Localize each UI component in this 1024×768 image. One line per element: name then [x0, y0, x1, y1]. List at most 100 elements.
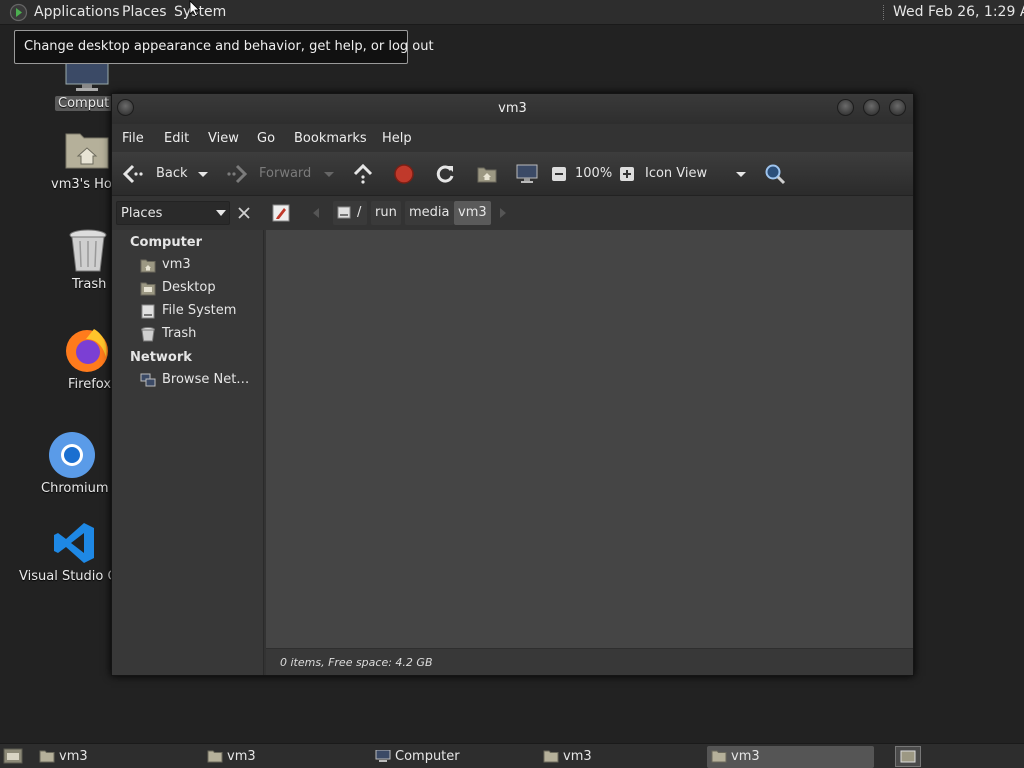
taskbar-item[interactable]: vm3 [203, 746, 365, 768]
file-view[interactable] [266, 230, 913, 648]
minimize-button[interactable] [837, 99, 854, 116]
zoom-in-icon[interactable] [619, 163, 635, 185]
window-titlebar[interactable]: vm3 [112, 94, 913, 124]
bottom-panel: vm3 vm3 Computer vm3 vm3 [0, 743, 1024, 768]
menu-view[interactable]: View [208, 131, 239, 146]
taskbar-item-label: Computer [395, 749, 460, 764]
forward-history-dropdown-icon[interactable] [322, 163, 336, 185]
back-button[interactable]: Back [156, 166, 188, 181]
places-menu[interactable]: Places [122, 4, 167, 20]
taskbar-item[interactable]: vm3 [539, 746, 701, 768]
sidebar-item-label: Trash [162, 326, 197, 341]
sidebar-item-vm3[interactable]: vm3 [140, 256, 262, 276]
panel-separator [883, 5, 885, 20]
computer-icon[interactable] [64, 62, 112, 92]
desktop-icon-label[interactable]: Chromium [41, 481, 109, 496]
menu-edit[interactable]: Edit [164, 131, 189, 146]
chevron-down-icon [216, 210, 226, 216]
zoom-out-icon[interactable] [551, 163, 567, 185]
drive-icon [141, 304, 155, 319]
menu-go[interactable]: Go [257, 131, 275, 146]
view-mode-select[interactable]: Icon View [645, 166, 707, 181]
crumb-media[interactable]: media [405, 201, 454, 225]
menu-file[interactable]: File [122, 131, 144, 146]
location-bar: Places / run media vm3 [112, 196, 913, 230]
taskbar-item-active[interactable]: vm3 [707, 746, 874, 768]
zoom-level[interactable]: 100% [575, 166, 612, 181]
gnome-foot-icon[interactable] [9, 3, 28, 22]
trash-icon [141, 327, 155, 342]
chevron-down-icon[interactable] [734, 163, 748, 185]
crumb-vm3[interactable]: vm3 [454, 201, 491, 225]
status-text: 0 items, Free space: 4.2 GB [280, 656, 433, 669]
sidebar-item-file-system[interactable]: File System [140, 302, 262, 322]
folder-icon [711, 750, 727, 763]
home-icon[interactable] [476, 163, 498, 185]
sidebar-type-select[interactable]: Places [116, 201, 230, 225]
applications-menu[interactable]: Applications [34, 4, 120, 20]
back-arrow-icon[interactable] [122, 163, 144, 185]
drive-icon [337, 206, 351, 219]
sidebar-item-label: Desktop [162, 280, 216, 295]
crumb-root[interactable]: / [333, 201, 367, 225]
search-icon[interactable] [764, 163, 786, 185]
menu-bookmarks[interactable]: Bookmarks [294, 131, 367, 146]
trash-icon[interactable] [68, 229, 108, 273]
desktop-icon [140, 282, 156, 296]
statusbar: 0 items, Free space: 4.2 GB [266, 648, 913, 675]
clock[interactable]: Wed Feb 26, 1:29 AM [893, 4, 1024, 20]
system-tooltip: Change desktop appearance and behavior, … [14, 30, 434, 64]
maximize-button[interactable] [863, 99, 880, 116]
window-title: vm3 [498, 101, 527, 116]
scroll-left-icon[interactable] [311, 207, 321, 219]
top-panel: Applications Places System Wed Feb 26, 1… [0, 0, 1024, 25]
taskbar-item[interactable]: vm3 [35, 746, 197, 768]
desktop-icon-label[interactable]: Trash [72, 277, 106, 292]
home-folder-icon[interactable] [64, 128, 110, 170]
network-icon [140, 373, 156, 387]
sidebar-heading-computer: Computer [130, 235, 203, 250]
taskbar-item-label: vm3 [563, 749, 592, 764]
crumb-run[interactable]: run [371, 201, 401, 225]
stop-icon[interactable] [393, 163, 415, 185]
chromium-icon[interactable] [48, 431, 96, 479]
folder-icon [543, 750, 559, 763]
home-icon [140, 259, 156, 273]
up-arrow-icon[interactable] [352, 163, 374, 185]
mouse-cursor-icon [189, 0, 200, 17]
sidebar-item-browse-network[interactable]: Browse Net… [140, 371, 262, 391]
toolbar: Back Forward 100% Icon View [112, 152, 913, 196]
menu-help[interactable]: Help [382, 131, 412, 146]
desktop-icon-label[interactable]: Comput [55, 96, 113, 111]
computer-icon[interactable] [516, 163, 538, 185]
folder-icon [207, 750, 223, 763]
forward-button[interactable]: Forward [259, 166, 311, 181]
sidebar-item-trash[interactable]: Trash [140, 325, 262, 345]
taskbar-item[interactable]: Computer [371, 746, 533, 768]
places-sidebar: Computer vm3 Desktop File System Trash N… [112, 230, 264, 675]
close-button[interactable] [889, 99, 906, 116]
show-desktop-icon[interactable] [3, 747, 23, 765]
vscode-icon[interactable] [52, 521, 96, 565]
crumb-root-separator: / [357, 205, 362, 220]
desktop-icon-label[interactable]: vm3's Ho [51, 177, 112, 192]
taskbar-item-label: vm3 [731, 749, 760, 764]
forward-arrow-icon[interactable] [226, 163, 248, 185]
edit-location-icon[interactable] [271, 203, 291, 223]
close-sidebar-icon[interactable] [233, 201, 255, 225]
desktop-icon-label[interactable]: Visual Studio Co [19, 569, 125, 584]
sidebar-item-label: File System [162, 303, 237, 318]
desktop-icon-label[interactable]: Firefox [68, 377, 111, 392]
sidebar-item-desktop[interactable]: Desktop [140, 279, 262, 299]
sidebar-item-label: vm3 [162, 257, 191, 272]
taskbar-item-label: vm3 [227, 749, 256, 764]
workspace-switcher-icon[interactable] [895, 746, 921, 767]
back-history-dropdown-icon[interactable] [196, 163, 210, 185]
scroll-right-icon[interactable] [498, 207, 508, 219]
taskbar-item-label: vm3 [59, 749, 88, 764]
folder-icon [39, 750, 55, 763]
reload-icon[interactable] [434, 163, 456, 185]
computer-icon [375, 750, 391, 762]
firefox-icon[interactable] [64, 327, 110, 373]
file-manager-window: vm3 File Edit View Go Bookmarks Help Bac… [111, 93, 914, 676]
